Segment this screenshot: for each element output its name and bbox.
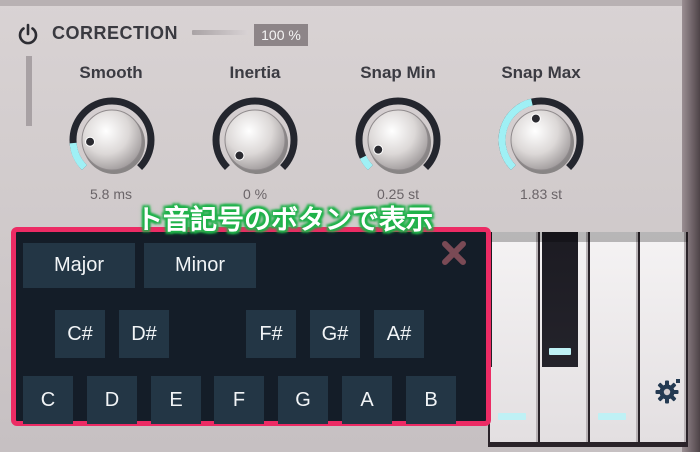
keyboard-shadow: [488, 232, 688, 242]
note-c-button[interactable]: C: [23, 376, 73, 424]
major-button[interactable]: Major: [23, 243, 135, 288]
knob-body: [224, 109, 286, 171]
gear-icon[interactable]: [653, 378, 681, 406]
note-d-button[interactable]: D: [87, 376, 137, 424]
key-indicator: [549, 348, 571, 355]
knob-pointer: [85, 136, 96, 147]
knob-pointer: [373, 144, 384, 155]
note-e-button[interactable]: E: [151, 376, 201, 424]
note-d-sharp-button[interactable]: D#: [119, 310, 169, 358]
piano-keyboard: [472, 232, 688, 447]
annotation-banner: ト音記号のボタンで表示: [136, 205, 433, 236]
side-indicator-bar: [26, 56, 32, 126]
snap-max-label: Snap Max: [501, 63, 581, 82]
smooth-knob[interactable]: [66, 94, 158, 186]
snap-max-value: 1.83 st: [519, 186, 563, 202]
minor-button[interactable]: Minor: [144, 243, 256, 288]
piano-white-key[interactable]: [490, 232, 538, 442]
note-f-sharp-button[interactable]: F#: [246, 310, 296, 358]
key-indicator: [598, 413, 626, 420]
snap-min-knob[interactable]: [352, 94, 444, 186]
key-scale-popup: Major Minor C# D# F# G# A# C D E F G A B: [11, 227, 491, 426]
piano-black-key[interactable]: [542, 232, 578, 367]
note-c-sharp-button[interactable]: C#: [55, 310, 105, 358]
snap-min-label: Snap Min: [360, 63, 436, 82]
knob-pointer: [530, 113, 541, 124]
note-g-button[interactable]: G: [278, 376, 328, 424]
note-f-button[interactable]: F: [214, 376, 264, 424]
note-a-sharp-button[interactable]: A#: [374, 310, 424, 358]
note-a-button[interactable]: A: [342, 376, 392, 424]
smooth-label: Smooth: [79, 63, 143, 82]
piano-white-key[interactable]: [590, 232, 638, 442]
note-b-button[interactable]: B: [406, 376, 456, 424]
inertia-label: Inertia: [229, 63, 281, 82]
key-indicator: [498, 413, 526, 420]
knob-level-arc: [359, 155, 373, 171]
frame-top-strip: [0, 0, 700, 6]
snap-max-knob[interactable]: [495, 94, 587, 186]
correction-amount-slider[interactable]: [192, 30, 248, 35]
knob-body: [510, 109, 572, 171]
power-icon[interactable]: [17, 23, 39, 45]
knob-body: [367, 109, 429, 171]
close-x-icon[interactable]: [441, 240, 467, 266]
correction-percent-badge[interactable]: 100 %: [254, 24, 308, 46]
knob-pointer: [234, 150, 245, 161]
section-title: CORRECTION: [52, 23, 178, 43]
note-g-sharp-button[interactable]: G#: [310, 310, 360, 358]
inertia-knob[interactable]: [209, 94, 301, 186]
piano-white-key[interactable]: [640, 232, 686, 442]
